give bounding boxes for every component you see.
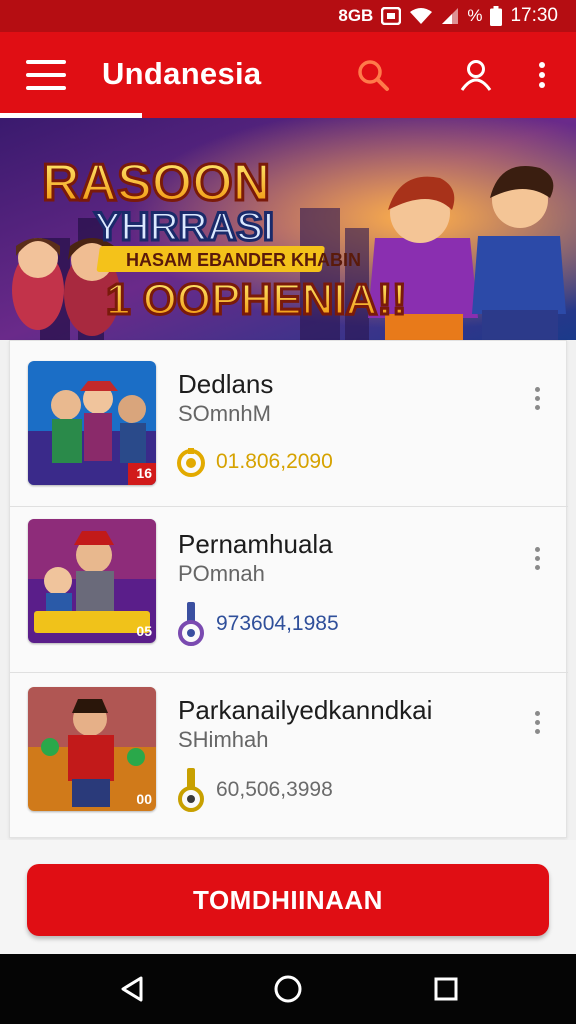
key-icon xyxy=(178,768,204,812)
game-subtitle: SOmnhM xyxy=(178,401,271,426)
game-subtitle: SHimhah xyxy=(178,727,269,752)
status-bar: 8GB % 17:30 xyxy=(0,0,576,32)
list-item[interactable]: 16 Dedlans SOmnhM 01.806,2090 xyxy=(10,341,568,507)
back-icon[interactable] xyxy=(114,971,150,1007)
game-title: Dedlans xyxy=(178,369,274,399)
menu-icon[interactable] xyxy=(26,60,66,90)
game-badge: 16 xyxy=(136,465,152,481)
more-options-icon[interactable] xyxy=(524,541,550,575)
banner-subheadline: YHRRASI xyxy=(94,205,274,249)
more-options-icon[interactable] xyxy=(524,705,550,739)
battery-percent-text: % xyxy=(467,6,483,25)
account-icon[interactable] xyxy=(457,56,495,94)
status-storage-text: 8GB xyxy=(338,6,374,25)
status-time: 17:30 xyxy=(510,5,558,26)
system-nav-bar xyxy=(0,954,576,1024)
game-badge: 05 xyxy=(136,623,152,639)
signal-icon xyxy=(441,7,459,25)
game-thumbnail: 16 xyxy=(28,361,156,485)
game-list: 16 Dedlans SOmnhM 01.806,2090 05 Pernamh… xyxy=(9,340,568,839)
primary-action-button[interactable]: TOMDHIINAAN xyxy=(27,864,549,936)
game-stat-value: 60,506,3998 xyxy=(216,778,333,801)
game-stat-value: 973604,1985 xyxy=(216,612,339,635)
list-item[interactable]: 00 Parkanailyedkanndkai SHimhah 60,506,3… xyxy=(10,673,568,839)
game-badge: 00 xyxy=(136,791,152,807)
game-subtitle: POmnah xyxy=(178,561,265,586)
promo-banner[interactable]: RASOON YHRRASI HASAM EBANDER KHABIN 1 OO… xyxy=(0,118,576,340)
recents-icon[interactable] xyxy=(428,971,464,1007)
game-stat-value: 01.806,2090 xyxy=(216,450,333,473)
game-stat: 60,506,3998 xyxy=(176,768,333,812)
search-icon[interactable] xyxy=(354,56,392,94)
app-bar: Undanesia xyxy=(0,32,576,118)
bottom-action-area: TOMDHIINAAN xyxy=(0,840,576,954)
game-title: Pernamhuala xyxy=(178,529,333,559)
list-item[interactable]: 05 Pernamhuala POmnah 973604,1985 xyxy=(10,507,568,673)
banner-character-girl-left xyxy=(12,238,64,330)
more-options-icon[interactable] xyxy=(524,381,550,415)
banner-promo-text: 1 OOPHENIA!! xyxy=(106,275,407,324)
game-title: Parkanailyedkanndkai xyxy=(178,695,433,725)
game-stat: 01.806,2090 xyxy=(176,445,333,479)
home-icon[interactable] xyxy=(270,971,306,1007)
wifi-icon xyxy=(409,7,433,25)
banner-tagline: HASAM EBANDER KHABIN xyxy=(126,250,361,270)
more-vert-icon[interactable] xyxy=(523,56,561,94)
battery-icon xyxy=(490,6,503,26)
game-stat: 973604,1985 xyxy=(176,602,339,646)
game-thumbnail: 05 xyxy=(28,519,156,643)
banner-headline: RASOON xyxy=(42,154,270,212)
notification-icon xyxy=(381,7,402,25)
app-title: Undanesia xyxy=(102,56,262,91)
game-thumbnail: 00 xyxy=(28,687,156,811)
coin-icon xyxy=(177,448,205,477)
status-indicators: 8GB % 17:30 xyxy=(338,5,558,27)
wrench-icon xyxy=(178,602,204,646)
